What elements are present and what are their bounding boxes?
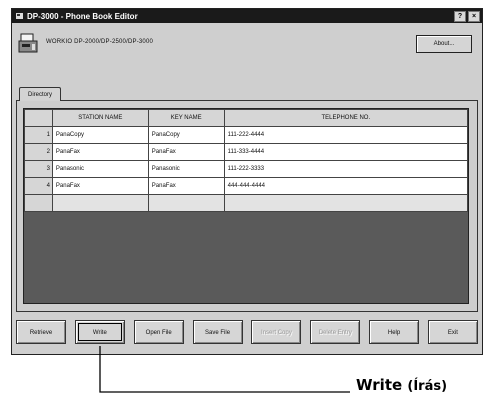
callout-label: Write: [356, 376, 403, 394]
save-file-button[interactable]: Save File: [192, 320, 243, 344]
row-number: 3: [24, 160, 53, 178]
station-name-cell[interactable]: PanaFax: [51, 177, 149, 195]
empty-table-row[interactable]: [24, 194, 468, 212]
help-button[interactable]: Help: [369, 320, 420, 344]
column-header-key-name[interactable]: KEY NAME: [147, 109, 225, 127]
delete-entry-button[interactable]: Delete Entry: [310, 320, 361, 344]
table-header-row: STATION NAME KEY NAME TELEPHONE NO.: [24, 109, 468, 127]
fax-machine-icon: [18, 33, 38, 53]
header-area: WORKIO DP-2000/DP-2500/DP-3000 About...: [18, 31, 476, 55]
window-title: DP-3000 - Phone Book Editor: [27, 11, 138, 21]
phone-book-table: STATION NAME KEY NAME TELEPHONE NO. 1 Pa…: [24, 109, 468, 212]
key-name-cell[interactable]: Panasonic: [147, 160, 225, 178]
table-row[interactable]: 1 PanaCopy PanaCopy 111-222-4444: [24, 126, 468, 144]
row-number: 1: [24, 126, 53, 144]
station-name-cell[interactable]: PanaFax: [51, 143, 149, 161]
table-row[interactable]: 2 PanaFax PanaFax 111-333-4444: [24, 143, 468, 161]
retrieve-button[interactable]: Retrieve: [16, 320, 66, 344]
key-name-cell[interactable]: [147, 194, 225, 212]
phone-book-editor-window: DP-3000 - Phone Book Editor ? × WORKIO D…: [11, 8, 483, 355]
phone-book-grid[interactable]: STATION NAME KEY NAME TELEPHONE NO. 1 Pa…: [23, 108, 469, 304]
telephone-cell[interactable]: [223, 194, 468, 212]
open-file-button[interactable]: Open File: [133, 320, 184, 344]
row-number: [24, 194, 53, 212]
directory-panel: STATION NAME KEY NAME TELEPHONE NO. 1 Pa…: [16, 100, 478, 312]
write-callout: Write (Írás): [356, 376, 447, 394]
callout-translation: (Írás): [407, 379, 448, 394]
app-icon: [15, 12, 24, 21]
key-name-cell[interactable]: PanaFax: [147, 177, 225, 195]
tab-directory[interactable]: Directory: [19, 87, 61, 101]
column-header-telephone-no[interactable]: TELEPHONE NO.: [223, 109, 468, 127]
key-name-cell[interactable]: PanaCopy: [147, 126, 225, 144]
telephone-cell[interactable]: 111-222-4444: [223, 126, 468, 144]
title-bar[interactable]: DP-3000 - Phone Book Editor ? ×: [12, 9, 482, 23]
key-name-cell[interactable]: PanaFax: [147, 143, 225, 161]
table-row[interactable]: 4 PanaFax PanaFax 444-444-4444: [24, 177, 468, 195]
table-row[interactable]: 3 Panasonic Panasonic 111-222-3333: [24, 160, 468, 178]
column-header-number: [24, 109, 53, 127]
row-number: 2: [24, 143, 53, 161]
station-name-cell[interactable]: PanaCopy: [51, 126, 149, 144]
help-icon[interactable]: ?: [454, 10, 466, 22]
station-name-cell[interactable]: [51, 194, 149, 212]
telephone-cell[interactable]: 111-333-4444: [223, 143, 468, 161]
button-bar: Retrieve Write Open File Save File Inser…: [16, 317, 478, 347]
close-icon[interactable]: ×: [468, 10, 480, 22]
station-name-cell[interactable]: Panasonic: [51, 160, 149, 178]
telephone-cell[interactable]: 444-444-4444: [223, 177, 468, 195]
write-button[interactable]: Write: [74, 320, 125, 344]
row-number: 4: [24, 177, 53, 195]
model-list: WORKIO DP-2000/DP-2500/DP-3000: [46, 39, 154, 45]
exit-button[interactable]: Exit: [427, 320, 478, 344]
about-button[interactable]: About...: [416, 35, 472, 53]
telephone-cell[interactable]: 111-222-3333: [223, 160, 468, 178]
column-header-station-name[interactable]: STATION NAME: [51, 109, 149, 127]
insert-copy-button[interactable]: Insert Copy: [251, 320, 302, 344]
